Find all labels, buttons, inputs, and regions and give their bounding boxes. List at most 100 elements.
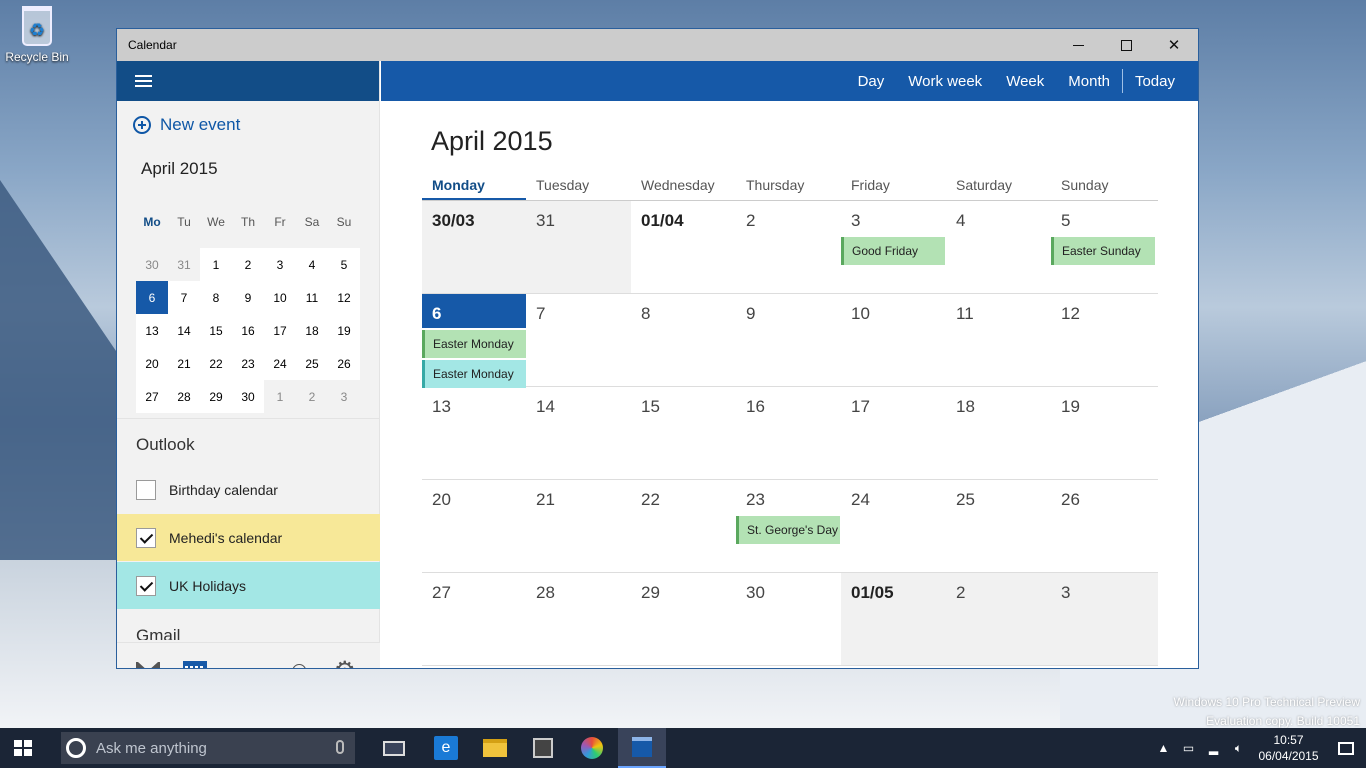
mini-calendar-day[interactable]: 12	[328, 281, 360, 314]
uk-holidays-checkbox[interactable]	[136, 575, 156, 596]
birthday-calendar-checkbox[interactable]	[136, 479, 156, 500]
day-cell[interactable]: 5 Easter Sunday	[1051, 201, 1158, 294]
mail-icon[interactable]	[136, 659, 162, 668]
minimize-button[interactable]	[1054, 29, 1102, 61]
day-cell[interactable]: 29	[631, 573, 736, 666]
gear-icon[interactable]: ⚙	[334, 659, 360, 669]
day-cell[interactable]: 30/03	[422, 201, 526, 294]
battery-icon[interactable]: ▭	[1176, 741, 1201, 755]
mini-calendar-title[interactable]: April 2015	[117, 159, 379, 179]
event-chip[interactable]: Easter Sunday	[1051, 237, 1155, 265]
view-month-button[interactable]: Month	[1056, 61, 1122, 101]
event-chip[interactable]: Easter Monday	[422, 330, 526, 358]
day-cell-today[interactable]: 6 Easter Monday Easter Monday	[422, 294, 526, 388]
day-cell[interactable]: 27	[422, 573, 526, 666]
mini-calendar-day[interactable]: 8	[200, 281, 232, 314]
day-cell[interactable]: 14	[526, 387, 631, 480]
mini-calendar-day[interactable]: 7	[168, 281, 200, 314]
mini-calendar-day[interactable]: 28	[168, 380, 200, 413]
day-cell[interactable]: 2	[946, 573, 1051, 666]
start-button[interactable]	[14, 740, 32, 756]
search-box[interactable]: Ask me anything	[61, 732, 355, 764]
calendar-app-icon[interactable]	[618, 728, 666, 768]
calendar-item-birthday[interactable]: Birthday calendar	[117, 466, 380, 513]
mini-calendar-day[interactable]: 1	[264, 380, 296, 413]
store-icon[interactable]	[519, 728, 567, 768]
day-cell[interactable]: 2	[736, 201, 841, 294]
event-chip[interactable]: Good Friday	[841, 237, 945, 265]
mini-calendar-day[interactable]: 18	[296, 314, 328, 347]
day-cell[interactable]: 4	[946, 201, 1051, 294]
day-cell[interactable]: 3 Good Friday	[841, 201, 946, 294]
day-cell[interactable]: 24	[841, 480, 946, 573]
mini-calendar-day[interactable]: 30	[232, 380, 264, 413]
view-week-button[interactable]: Week	[994, 61, 1056, 101]
microphone-icon[interactable]	[336, 740, 344, 754]
clock[interactable]: 10:57 06/04/2015	[1251, 732, 1326, 764]
day-cell[interactable]: 20	[422, 480, 526, 573]
today-button[interactable]: Today	[1123, 61, 1187, 101]
mini-calendar-day[interactable]: 2	[232, 248, 264, 281]
mini-calendar-day[interactable]: 24	[264, 347, 296, 380]
new-event-button[interactable]: New event	[117, 101, 379, 149]
day-cell[interactable]: 25	[946, 480, 1051, 573]
view-work-week-button[interactable]: Work week	[896, 61, 994, 101]
mini-calendar-day[interactable]: 17	[264, 314, 296, 347]
day-cell[interactable]: 15	[631, 387, 736, 480]
mini-calendar-day[interactable]: 21	[168, 347, 200, 380]
mini-calendar-day[interactable]: 26	[328, 347, 360, 380]
outlook-section-header[interactable]: Outlook	[136, 435, 195, 455]
day-cell[interactable]: 17	[841, 387, 946, 480]
day-cell[interactable]: 28	[526, 573, 631, 666]
calendar-item-mehedi[interactable]: Mehedi's calendar	[117, 514, 380, 561]
mini-calendar-day[interactable]: 9	[232, 281, 264, 314]
mini-calendar-day[interactable]: 20	[136, 347, 168, 380]
mini-calendar-day[interactable]: 13	[136, 314, 168, 347]
day-cell[interactable]: 01/05	[841, 573, 946, 666]
hamburger-menu-button[interactable]	[117, 61, 169, 101]
close-button[interactable]: ✕	[1150, 29, 1198, 61]
day-cell[interactable]: 12	[1051, 294, 1158, 387]
paint-icon[interactable]	[568, 728, 616, 768]
day-cell[interactable]: 22	[631, 480, 736, 573]
day-cell[interactable]: 3	[1051, 573, 1158, 666]
mini-calendar-day[interactable]: 1	[200, 248, 232, 281]
recycle-bin-desktop-icon[interactable]: ♻ Recycle Bin	[4, 6, 70, 64]
day-cell[interactable]: 31	[526, 201, 631, 294]
day-cell[interactable]: 23 St. George's Day	[736, 480, 841, 573]
internet-explorer-icon[interactable]: e	[422, 728, 470, 768]
show-hidden-icons-icon[interactable]: ▲	[1151, 741, 1176, 755]
gmail-section-header[interactable]: Gmail	[136, 626, 180, 640]
view-day-button[interactable]: Day	[846, 61, 897, 101]
day-cell[interactable]: 26	[1051, 480, 1158, 573]
action-center-icon[interactable]	[1326, 728, 1366, 768]
mini-calendar-day[interactable]: 10	[264, 281, 296, 314]
mini-calendar-day[interactable]: 29	[200, 380, 232, 413]
day-cell[interactable]: 21	[526, 480, 631, 573]
mini-calendar-day[interactable]: 6	[136, 281, 168, 314]
day-cell[interactable]: 11	[946, 294, 1051, 387]
mini-calendar-day[interactable]: 31	[168, 248, 200, 281]
day-cell[interactable]: 18	[946, 387, 1051, 480]
mini-calendar-day[interactable]: 3	[264, 248, 296, 281]
feedback-icon[interactable]: ☺	[287, 659, 313, 669]
calendar-icon[interactable]	[183, 659, 209, 668]
mini-calendar-day[interactable]: 30	[136, 248, 168, 281]
event-chip[interactable]: Easter Monday	[422, 360, 526, 388]
day-cell[interactable]: 16	[736, 387, 841, 480]
volume-icon[interactable]: 🔈︎	[1226, 741, 1251, 756]
mini-calendar-day[interactable]: 22	[200, 347, 232, 380]
day-cell[interactable]: 9	[736, 294, 841, 387]
mini-calendar-day[interactable]: 4	[296, 248, 328, 281]
day-cell[interactable]: 30	[736, 573, 841, 666]
file-explorer-icon[interactable]	[471, 728, 519, 768]
mini-calendar-day[interactable]: 14	[168, 314, 200, 347]
mehedi-calendar-checkbox[interactable]	[136, 527, 156, 548]
day-cell[interactable]: 8	[631, 294, 736, 387]
mini-calendar-day[interactable]: 2	[296, 380, 328, 413]
title-bar[interactable]: Calendar ✕	[117, 29, 1198, 61]
mini-calendar-day[interactable]: 23	[232, 347, 264, 380]
mini-calendar-day[interactable]: 16	[232, 314, 264, 347]
day-cell[interactable]: 13	[422, 387, 526, 480]
day-cell[interactable]: 10	[841, 294, 946, 387]
